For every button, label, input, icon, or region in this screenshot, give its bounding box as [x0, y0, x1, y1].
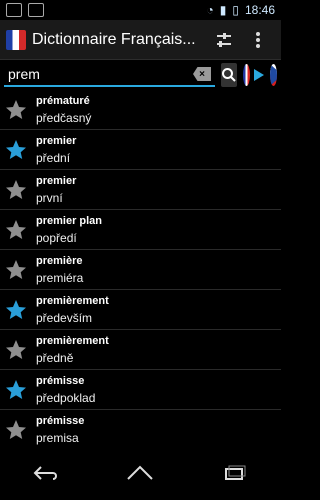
entry-texts: prématuré předčasný	[36, 93, 91, 127]
czech-translation: přední	[36, 150, 71, 165]
star-icon[interactable]	[4, 178, 28, 202]
french-word: premièrement	[36, 294, 109, 307]
home-button[interactable]	[120, 459, 160, 487]
entry-texts: prémisse předpoklad	[36, 373, 95, 407]
star-icon[interactable]	[4, 338, 28, 362]
entry-texts: premièrement předně	[36, 333, 109, 367]
czech-translation: především	[36, 310, 93, 325]
app-title: Dictionnaire Français...	[32, 30, 196, 48]
star-icon[interactable]	[4, 218, 28, 242]
sliders-icon	[217, 32, 231, 47]
french-word: première	[36, 254, 83, 267]
android-debug-icon	[28, 3, 44, 17]
entry-texts: premier přední	[36, 133, 76, 167]
czech-translation: předpoklad	[36, 390, 96, 405]
french-word: premier	[36, 174, 77, 187]
entry-texts: première premiéra	[36, 253, 83, 287]
action-bar: Dictionnaire Français...	[0, 20, 281, 60]
status-notifications	[6, 3, 44, 17]
list-item[interactable]: prématuré předčasný	[0, 90, 281, 130]
app-icon[interactable]	[6, 29, 26, 50]
overflow-menu-icon	[256, 31, 260, 48]
czech-translation: premiéra	[36, 270, 84, 285]
entry-texts: premier plan popředí	[36, 213, 102, 247]
french-word: prématuré	[36, 94, 90, 107]
search-button[interactable]	[221, 63, 237, 87]
search-field: ×	[4, 63, 215, 87]
list-item[interactable]: premièrement předně	[0, 330, 281, 370]
search-icon	[222, 68, 236, 82]
translation-list: prématuré předčasný premier přední premier pr…	[0, 90, 281, 450]
french-word: premier	[36, 134, 77, 147]
entry-texts: premièrement především	[36, 293, 109, 327]
list-item[interactable]: premier první	[0, 170, 281, 210]
navigation-bar	[0, 446, 281, 500]
star-icon[interactable]	[4, 378, 28, 402]
arrow-right-icon	[254, 69, 264, 81]
status-system: ◔ ▮ ▯ 18:46	[207, 3, 276, 17]
french-word: prémisse	[36, 374, 85, 387]
status-bar: ◔ ▮ ▯ 18:46	[0, 0, 281, 20]
list-item[interactable]: premier přední	[0, 130, 281, 170]
clock-time: 18:46	[244, 3, 275, 17]
czech-translation: premisa	[36, 430, 79, 445]
entry-texts: premier první	[36, 173, 76, 207]
french-flag-icon[interactable]	[243, 64, 250, 86]
settings-sliders-button[interactable]	[207, 23, 241, 57]
recent-apps-button[interactable]	[214, 459, 254, 487]
czech-flag-icon[interactable]	[270, 64, 277, 86]
back-button[interactable]	[27, 459, 67, 487]
recent-apps-icon	[225, 465, 246, 480]
list-item[interactable]: prémisse premisa	[0, 410, 281, 450]
list-item[interactable]: premièrement především	[0, 290, 281, 330]
clear-search-button[interactable]: ×	[193, 67, 211, 81]
star-icon[interactable]	[4, 98, 28, 122]
star-icon[interactable]	[4, 258, 28, 282]
usb-icon	[6, 3, 22, 17]
french-word: prémisse	[36, 414, 85, 427]
star-icon[interactable]	[4, 418, 28, 442]
list-item[interactable]: prémisse předpoklad	[0, 370, 281, 410]
star-icon[interactable]	[4, 298, 28, 322]
list-item[interactable]: première premiéra	[0, 250, 281, 290]
czech-translation: popředí	[36, 230, 77, 245]
home-icon	[127, 465, 154, 480]
french-word: premièrement	[36, 334, 109, 347]
entry-texts: prémisse premisa	[36, 413, 84, 447]
search-input[interactable]	[4, 66, 193, 82]
list-item[interactable]: premier plan popředí	[0, 210, 281, 250]
star-icon[interactable]	[4, 138, 28, 162]
search-bar: ×	[0, 60, 281, 90]
french-word: premier plan	[36, 214, 103, 227]
back-icon	[33, 466, 57, 480]
battery-icon: ▯	[232, 3, 239, 17]
czech-translation: první	[36, 190, 63, 205]
overflow-menu-button[interactable]	[241, 23, 275, 57]
signal-icon: ▮	[219, 3, 227, 17]
czech-translation: předně	[36, 350, 74, 365]
close-icon: ×	[199, 68, 205, 80]
wifi-icon: ◔	[206, 3, 214, 17]
czech-translation: předčasný	[36, 110, 92, 125]
